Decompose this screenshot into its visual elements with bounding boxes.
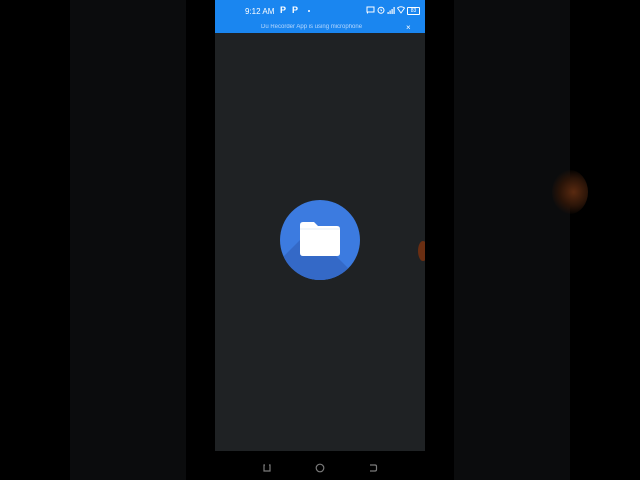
blurred-background-right — [454, 0, 570, 480]
blurred-orange-shape — [552, 170, 588, 214]
recent-apps-icon[interactable] — [262, 460, 272, 472]
notification-banner[interactable]: Du Recorder App is using microphone × — [215, 22, 425, 33]
video-frame: 9:12 AM P P 83 Du Recorder App is using … — [0, 0, 640, 480]
alarm-icon — [377, 6, 385, 16]
cast-icon — [366, 6, 375, 16]
status-bar: 9:12 AM P P 83 — [215, 0, 425, 22]
status-icons: 83 — [366, 6, 420, 16]
home-icon[interactable] — [315, 460, 325, 473]
navigation-bar — [215, 451, 425, 480]
orange-edge-shape — [418, 241, 425, 261]
battery-icon: 83 — [407, 7, 420, 15]
blurred-background-left — [70, 0, 186, 480]
parking-notification-icon: P — [280, 5, 287, 15]
files-folder-icon — [280, 200, 360, 280]
wifi-icon — [396, 6, 406, 16]
parking-notification-icon: P — [292, 5, 299, 15]
folder-icon — [300, 222, 340, 256]
phone-screen: 9:12 AM P P 83 Du Recorder App is using … — [215, 0, 425, 480]
more-notifications-dot-icon — [308, 10, 310, 12]
status-time: 9:12 AM — [245, 7, 275, 16]
close-icon[interactable]: × — [406, 22, 411, 33]
app-splash-screen — [215, 33, 425, 451]
signal-icon — [387, 6, 395, 16]
notification-text: Du Recorder App is using microphone — [261, 24, 363, 30]
back-icon[interactable] — [368, 460, 378, 472]
